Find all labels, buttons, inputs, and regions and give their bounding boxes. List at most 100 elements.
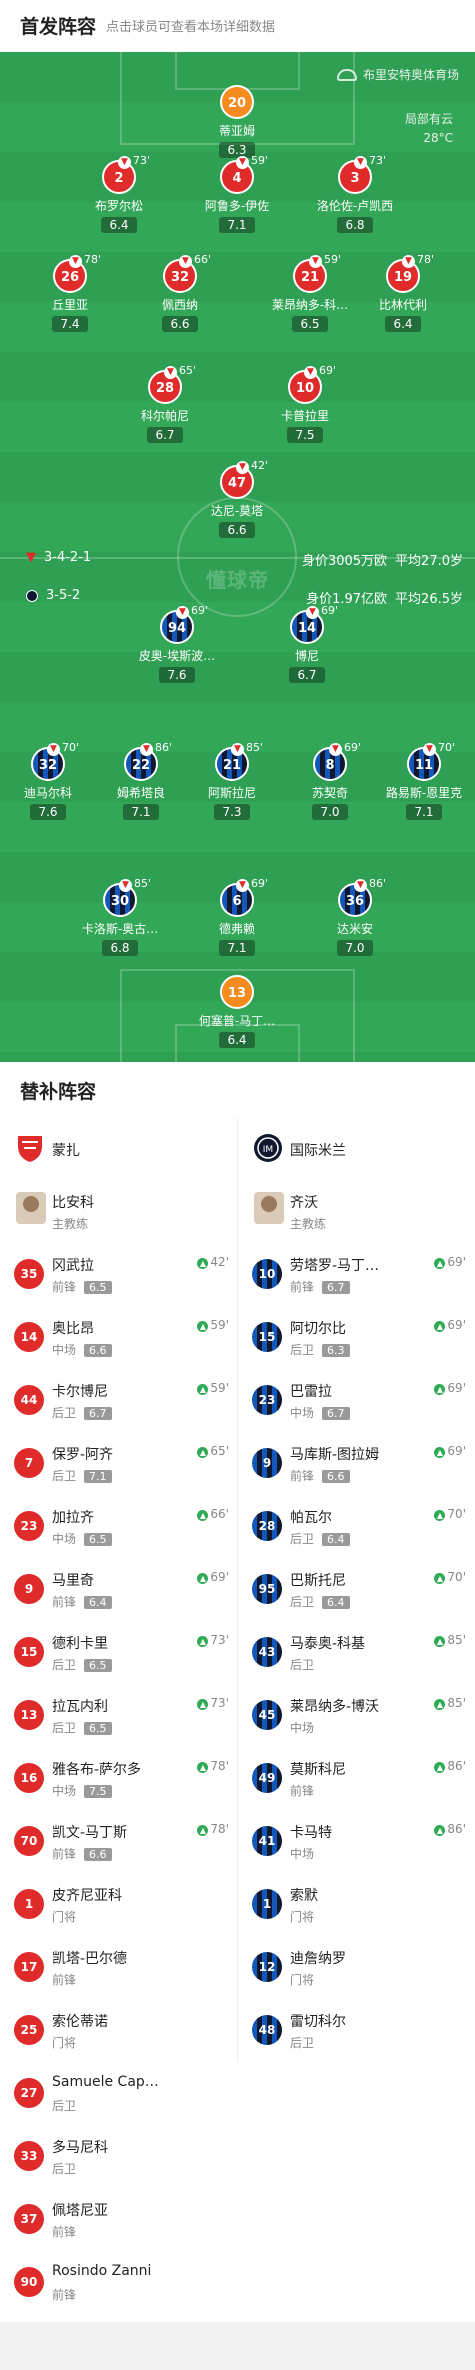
monza-team-row[interactable]: 蒙扎 (0, 1118, 237, 1180)
sub-time: 69' (319, 364, 337, 377)
bench-player-row[interactable]: 7 保罗-阿齐 后卫 7.1 ▲ 65' (0, 1432, 237, 1495)
pitch-player[interactable]: 26 ▼ 78' 丘里亚 7.4 (15, 253, 125, 332)
player-position: 中场 (290, 1719, 314, 1736)
sub-in-icon: ▲ (197, 1510, 209, 1521)
bench-player-row[interactable]: 13 拉瓦内利 后卫 6.5 ▲ 73' (0, 1684, 237, 1747)
bench-player-row[interactable]: 44 卡尔博尼 后卫 6.7 ▲ 59' (0, 1369, 237, 1432)
pitch-player[interactable]: 36 ▼ 86' 达米安 7.0 (300, 877, 410, 956)
coach-name: 齐沃 (290, 1195, 318, 1211)
player-rating: 7.0 (337, 940, 373, 956)
pitch-player[interactable]: 2 ▼ 73' 布罗尔松 6.4 (64, 154, 174, 233)
pitch-player[interactable]: 14 ▼ 69' 博尼 6.7 (252, 604, 362, 683)
sub-in-time: ▲ 70' (434, 1507, 466, 1521)
bench-player-row[interactable]: 35 冈武拉 前锋 6.5 ▲ 42' (0, 1243, 237, 1306)
sub-out-icon: ▼ (304, 366, 317, 379)
bench-player-row[interactable]: 15 阿切尔比 后卫 6.3 ▲ 69' (238, 1306, 474, 1369)
sub-time: 65' (179, 364, 197, 377)
pitch-player[interactable]: 4 ▼ 59' 阿鲁多-伊佐 7.1 (182, 154, 292, 233)
bench-player-row[interactable]: 37 佩塔尼亚 前锋 (0, 2188, 237, 2251)
pitch-player[interactable]: 10 ▼ 69' 卡普拉里 7.5 (250, 364, 360, 443)
player-name: 卡普拉里 (280, 409, 329, 423)
bench-player-row[interactable]: 9 马里奇 前锋 6.4 ▲ 69' (0, 1558, 237, 1621)
bench-player-row[interactable]: 70 凯文-马丁斯 前锋 6.6 ▲ 78' (0, 1810, 237, 1873)
sub-time: 42' (251, 459, 269, 472)
sub-in-icon: ▲ (434, 1762, 446, 1773)
sub-time: 69' (447, 1255, 466, 1269)
sub-in-icon: ▲ (434, 1825, 446, 1836)
player-position: 后卫 6.4 (290, 1530, 350, 1547)
pitch-player[interactable]: 21 ▼ 85' 阿斯拉尼 7.3 (177, 741, 287, 820)
player-position: 前锋 6.6 (52, 1845, 112, 1862)
bench-player-row[interactable]: 25 索伦蒂诺 门将 (0, 1999, 237, 2062)
bench-player-row[interactable]: 27 Samuele Cap… 后卫 (0, 2062, 237, 2125)
pitch-player[interactable]: 11 ▼ 70' 路易斯-恩里克 7.1 (369, 741, 475, 820)
bench-player-row[interactable]: 9 马库斯-图拉姆 前锋 6.6 ▲ 69' (238, 1432, 474, 1495)
player-number-badge: 33 (14, 2141, 44, 2171)
bench-player-row[interactable]: 23 巴雷拉 中场 6.7 ▲ 69' (238, 1369, 474, 1432)
bench-player-row[interactable]: 43 马泰奥-科基 后卫 ▲ 85' (238, 1621, 474, 1684)
sub-in-icon: ▲ (197, 1384, 209, 1395)
pitch-player[interactable]: 3 ▼ 73' 洛伦佐-卢凯西 6.8 (300, 154, 410, 233)
player-number-badge: 17 (14, 1952, 44, 1982)
sub-in-icon: ▲ (197, 1699, 209, 1710)
player-name: 索伦蒂诺 (52, 2014, 108, 2030)
player-position: 中场 6.7 (290, 1404, 350, 1421)
pitch-player[interactable]: 94 ▼ 69' 皮奥-埃斯波… 7.6 (122, 604, 232, 683)
bench-player-row[interactable]: 23 加拉齐 中场 6.5 ▲ 66' (0, 1495, 237, 1558)
inter-coach[interactable]: 齐沃 主教练 (238, 1180, 474, 1243)
pitch-player[interactable]: 6 ▼ 69' 德弗赖 7.1 (182, 877, 292, 956)
bench-player-row[interactable]: 12 迪詹纳罗 门将 (238, 1936, 474, 1999)
player-position: 中场 (290, 1845, 314, 1862)
position-label: 门将 (290, 1910, 315, 1924)
player-number-badge: 15 (252, 1322, 282, 1352)
bench-player-row[interactable]: 41 卡马特 中场 ▲ 86' (238, 1810, 474, 1873)
bench-player-row[interactable]: 28 帕瓦尔 后卫 6.4 ▲ 70' (238, 1495, 474, 1558)
sub-in-icon: ▲ (197, 1321, 209, 1332)
sub-in-icon: ▲ (434, 1699, 446, 1710)
bench-player-row[interactable]: 14 奥比昂 中场 6.6 ▲ 59' (0, 1306, 237, 1369)
pitch-player[interactable]: 19 ▼ 78' 比林代利 6.4 (348, 253, 458, 332)
sub-in-time: ▲ 42' (197, 1255, 229, 1269)
position-label: 前锋 (52, 1280, 77, 1294)
bench-player-row[interactable]: 95 巴斯托尼 后卫 6.4 ▲ 70' (238, 1558, 474, 1621)
player-name: 何塞普-马丁… (198, 1014, 276, 1028)
player-rating: 7.1 (84, 1470, 112, 1483)
player-rating: 6.3 (322, 1344, 350, 1357)
player-name: 奥比昂 (52, 1321, 94, 1337)
pitch-player[interactable]: 47 ▼ 42' 达尼-莫塔 6.6 (182, 459, 292, 538)
player-name: 雅各布-萨尔多 (52, 1762, 142, 1778)
monza-stats: 身价3005万欧 平均27.0岁 (302, 550, 463, 569)
sub-time: 69' (191, 604, 209, 617)
bench-player-row[interactable]: 17 凯塔-巴尔德 前锋 (0, 1936, 237, 1999)
sub-out-icon: ▼ (329, 743, 342, 756)
bench-player-row[interactable]: 49 莫斯科尼 前锋 ▲ 86' (238, 1747, 474, 1810)
monza-coach[interactable]: 比安科 主教练 (0, 1180, 237, 1243)
pitch-player[interactable]: 20 蒂亚姆 6.3 (182, 85, 292, 158)
bench-player-row[interactable]: 45 莱昂纳多-博沃 中场 ▲ 85' (238, 1684, 474, 1747)
coach-role: 主教练 (52, 1217, 89, 1231)
player-rating: 6.5 (84, 1722, 112, 1735)
pitch-player[interactable]: 28 ▼ 65' 科尔帕尼 6.7 (110, 364, 220, 443)
bench-player-row[interactable]: 90 Rosindo Zanni 前锋 (0, 2251, 237, 2314)
player-name: Samuele Cap… (52, 2074, 159, 2090)
pitch-player[interactable]: 30 ▼ 85' 卡洛斯-奥古… 6.8 (65, 877, 175, 956)
player-rating: 7.6 (30, 804, 66, 820)
bench-player-row[interactable]: 1 索默 门将 (238, 1873, 474, 1936)
sub-out-icon: ▼ (236, 461, 249, 474)
bench-player-row[interactable]: 16 雅各布-萨尔多 中场 7.5 ▲ 78' (0, 1747, 237, 1810)
player-rating: 6.8 (337, 217, 373, 233)
pitch-player[interactable]: 13 何塞普-马丁… 6.4 (182, 975, 292, 1048)
sub-off-time: ▼ 59' (309, 253, 341, 268)
player-position: 后卫 (290, 2034, 314, 2051)
bench-player-row[interactable]: 10 劳塔罗-马丁… 前锋 6.7 ▲ 69' (238, 1243, 474, 1306)
bench-player-row[interactable]: 33 多马尼科 后卫 (0, 2125, 237, 2188)
bench-player-row[interactable]: 48 雷切科尔 后卫 (238, 1999, 474, 2062)
inter-team-row[interactable]: IM 国际米兰 (238, 1118, 474, 1180)
pitch-player[interactable]: 32 ▼ 66' 佩西纳 6.6 (125, 253, 235, 332)
sub-off-time: ▼ 69' (176, 604, 208, 619)
player-rating: 6.7 (322, 1281, 350, 1294)
bench-player-row[interactable]: 1 皮齐尼亚科 门将 (0, 1873, 237, 1936)
player-name: 凯文-马丁斯 (52, 1825, 128, 1841)
player-name: 科尔帕尼 (140, 409, 189, 423)
bench-player-row[interactable]: 15 德利卡里 后卫 6.5 ▲ 73' (0, 1621, 237, 1684)
